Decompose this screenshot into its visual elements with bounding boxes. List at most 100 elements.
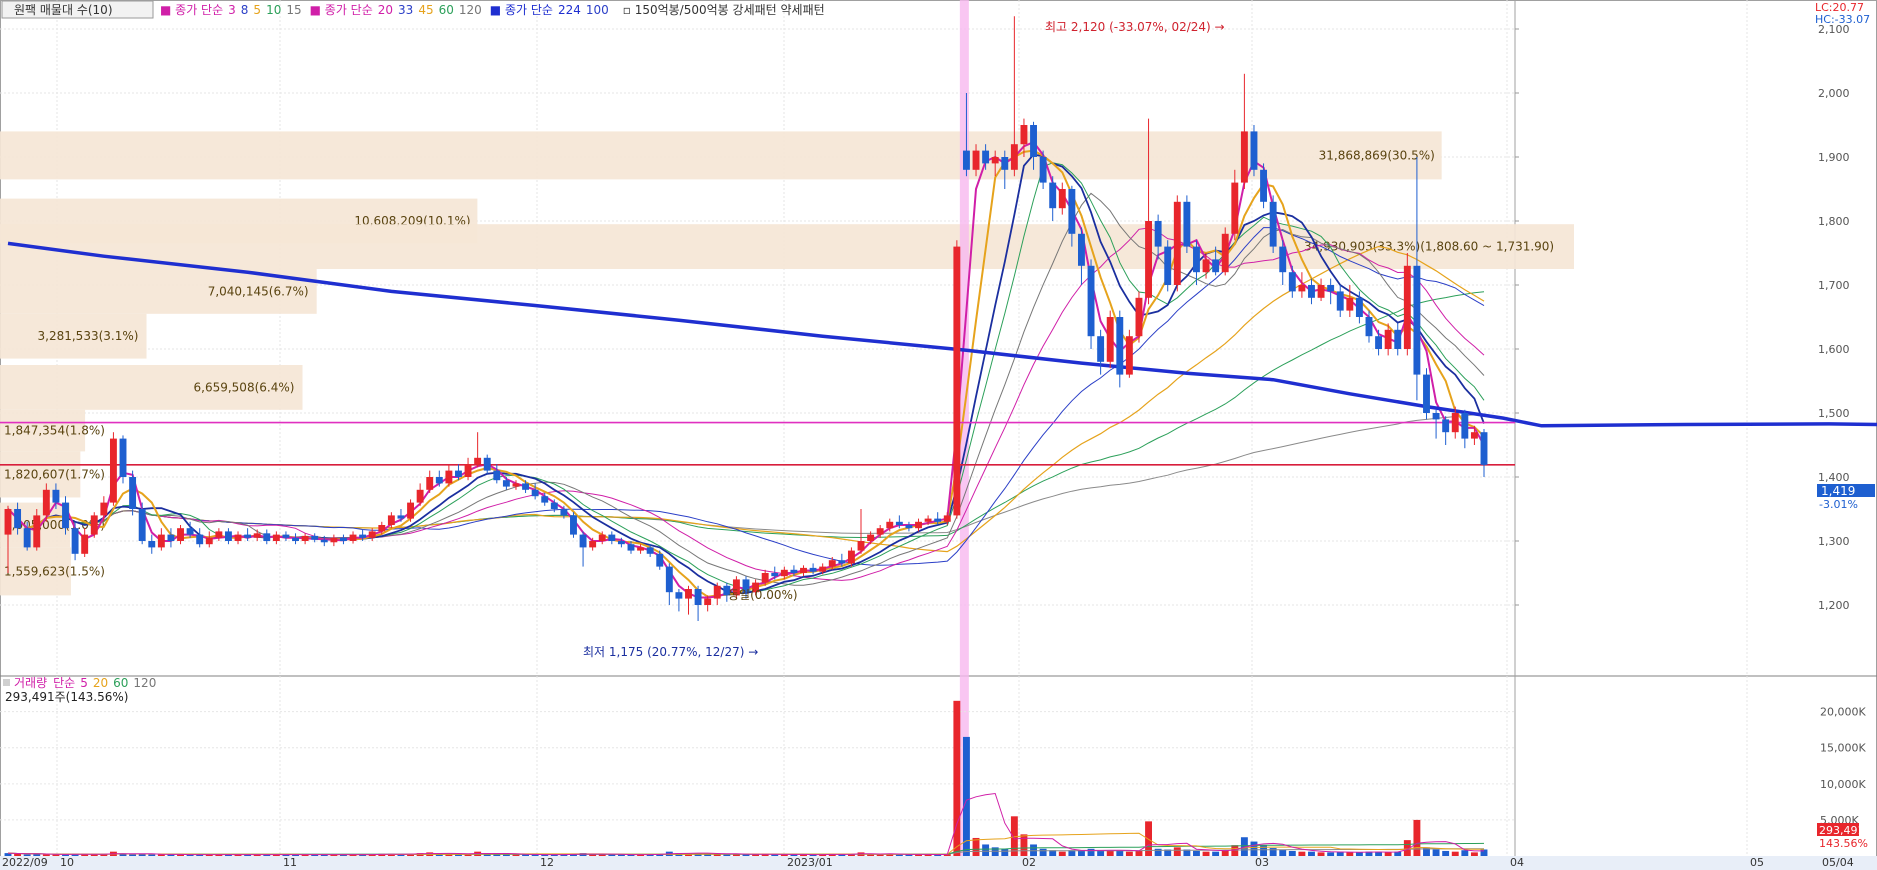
- candle-body: [320, 539, 328, 543]
- volume-bar: [1470, 852, 1478, 856]
- candle-body: [1078, 233, 1085, 266]
- candle-body: [186, 528, 194, 535]
- candle-body: [915, 521, 922, 529]
- candle-body: [368, 531, 376, 538]
- candle-body: [234, 534, 242, 541]
- date-axis-bg: [0, 856, 1877, 870]
- date-label: 05/04: [1822, 856, 1854, 869]
- candle-body: [828, 560, 836, 567]
- candle-body: [397, 515, 405, 519]
- candle-body: [512, 483, 520, 487]
- candle-body: [934, 518, 942, 522]
- volume-bar: [1461, 850, 1469, 856]
- date-label: 2023/01: [787, 856, 833, 869]
- candle-body: [579, 534, 587, 548]
- candle-body: [1049, 182, 1057, 209]
- volume-tick-label: 10,000K: [1820, 778, 1866, 791]
- candle-body: [23, 528, 31, 548]
- legend-item: 120: [459, 3, 482, 17]
- volume-bar: [1432, 849, 1440, 856]
- candle-body: [656, 553, 664, 567]
- candle-body: [1010, 144, 1018, 170]
- candle-body: [1193, 246, 1200, 273]
- candle-body: [330, 537, 338, 543]
- candle-body: [665, 566, 673, 593]
- volume-bar: [742, 854, 750, 856]
- candle-body: [1279, 246, 1287, 273]
- candle-body: [1125, 336, 1133, 375]
- date-label: 03: [1255, 856, 1269, 869]
- candle-body: [387, 515, 395, 525]
- candle-body: [1116, 317, 1124, 375]
- candle-body: [646, 547, 654, 554]
- volume-legend-item: 20: [93, 676, 108, 690]
- volume-bar: [1298, 851, 1306, 856]
- legend-item: ■: [160, 3, 175, 17]
- volume-bar: [962, 736, 970, 856]
- volume-bar: [1413, 819, 1421, 856]
- candle-body: [119, 438, 127, 477]
- candle-body: [4, 509, 12, 535]
- candle-body: [1020, 125, 1028, 145]
- candle-body: [761, 573, 769, 583]
- candle-body: [685, 589, 692, 599]
- volume-profile-label: 6,659,508(6.4%): [194, 380, 295, 394]
- candle-body: [886, 521, 894, 529]
- price-tick-label: 1,700: [1818, 279, 1850, 292]
- volume-bar: [1279, 849, 1287, 856]
- volume-badge-ratio: 143.56%: [1819, 837, 1868, 850]
- legend-price-box: 원팩 매물대 수(10): [14, 3, 113, 17]
- price-tick-label: 1,200: [1818, 599, 1850, 612]
- candle-body: [1480, 432, 1488, 465]
- volume-bar: [148, 854, 156, 856]
- candle-body: [943, 515, 951, 522]
- candle-body: [81, 534, 89, 554]
- volume-bar: [1087, 848, 1095, 856]
- candle-body: [790, 569, 798, 573]
- candle-body: [349, 534, 357, 541]
- candle-body: [1442, 419, 1450, 433]
- candle-body: [1384, 329, 1392, 349]
- date-label: 11: [283, 856, 297, 869]
- volume-profile-label: 3,281,533(3.1%): [38, 329, 139, 343]
- legend-item: 종가 단순: [325, 3, 373, 17]
- candle-body: [1212, 259, 1220, 273]
- candle-body: [1106, 317, 1114, 362]
- candle-body: [148, 541, 156, 548]
- candle-body: [474, 457, 482, 465]
- volume-bar: [589, 854, 597, 856]
- legend-item: ■: [490, 3, 505, 17]
- candle-body: [905, 525, 913, 529]
- candle-body: [282, 534, 290, 538]
- legend-item: 3: [228, 3, 236, 17]
- candle-body: [617, 541, 625, 545]
- candle-body: [1298, 285, 1306, 292]
- candle-body: [819, 566, 827, 572]
- legend-item: 8: [241, 3, 249, 17]
- candle-body: [876, 528, 884, 535]
- candle-body: [1154, 221, 1162, 247]
- candle-body: [1058, 189, 1066, 209]
- candle-body: [1202, 259, 1210, 273]
- candle-body: [1375, 336, 1383, 349]
- candle-body: [838, 560, 846, 564]
- candle-body: [493, 470, 501, 481]
- candle-body: [464, 464, 472, 477]
- volume-tick-label: 20,000K: [1820, 706, 1866, 719]
- candle-body: [1470, 432, 1478, 439]
- candle-body: [42, 489, 50, 516]
- candle-body: [109, 438, 117, 503]
- candle-body: [416, 489, 424, 503]
- volume-bar: [1250, 841, 1258, 856]
- legend-item: 10: [266, 3, 281, 17]
- legend-item: 60: [439, 3, 454, 17]
- volume-bar: [502, 854, 510, 856]
- candle-body: [1030, 125, 1037, 157]
- date-label: 02: [1022, 856, 1036, 869]
- volume-legend-item: 60: [113, 676, 128, 690]
- volume-profile-band: [0, 131, 1442, 180]
- candle-body: [502, 480, 510, 487]
- candle-body: [771, 573, 779, 577]
- candle-body: [627, 544, 635, 551]
- candle-body: [263, 533, 271, 541]
